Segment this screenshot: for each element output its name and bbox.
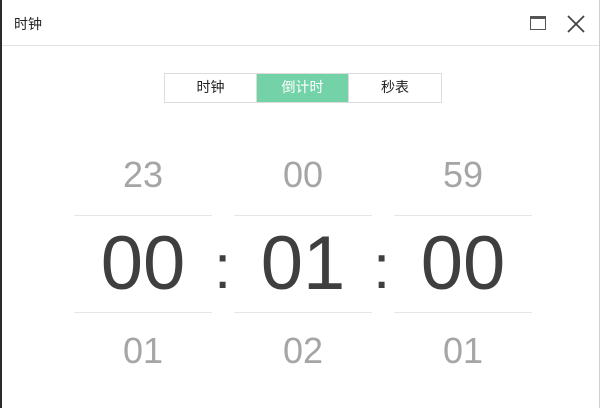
mode-tabs: 时钟 倒计时 秒表	[164, 73, 442, 103]
hours-wheel[interactable]: 23 00 01	[74, 140, 212, 380]
title-bar: 时钟	[2, 0, 599, 46]
tab-countdown[interactable]: 倒计时	[257, 74, 349, 102]
time-separator: :	[373, 233, 391, 302]
window-title: 时钟	[14, 17, 42, 33]
seconds-prev-value: 59	[442, 154, 484, 195]
minutes-wheel[interactable]: 00 01 02	[234, 140, 372, 380]
hours-current-value: 00	[100, 221, 186, 306]
hours-prev-value: 23	[122, 154, 164, 195]
minutes-next-value: 02	[282, 330, 324, 371]
tab-stopwatch[interactable]: 秒表	[349, 74, 441, 102]
maximize-button[interactable]	[528, 14, 550, 34]
tab-clock[interactable]: 时钟	[165, 74, 257, 102]
seconds-wheel[interactable]: 59 00 01	[394, 140, 532, 380]
divider	[394, 312, 532, 313]
hours-next-value: 01	[122, 330, 164, 371]
close-button[interactable]	[564, 12, 588, 36]
clock-window: 时钟 时钟 倒计时 秒表 23 00 01 : 00 01 02 : 59 00…	[0, 0, 600, 408]
minutes-current-value: 01	[260, 221, 346, 306]
seconds-current-value: 00	[420, 221, 506, 306]
divider	[234, 312, 372, 313]
divider	[74, 312, 212, 313]
time-separator: :	[214, 233, 232, 302]
close-icon	[567, 15, 585, 33]
minutes-prev-value: 00	[282, 154, 324, 195]
seconds-next-value: 01	[442, 330, 484, 371]
